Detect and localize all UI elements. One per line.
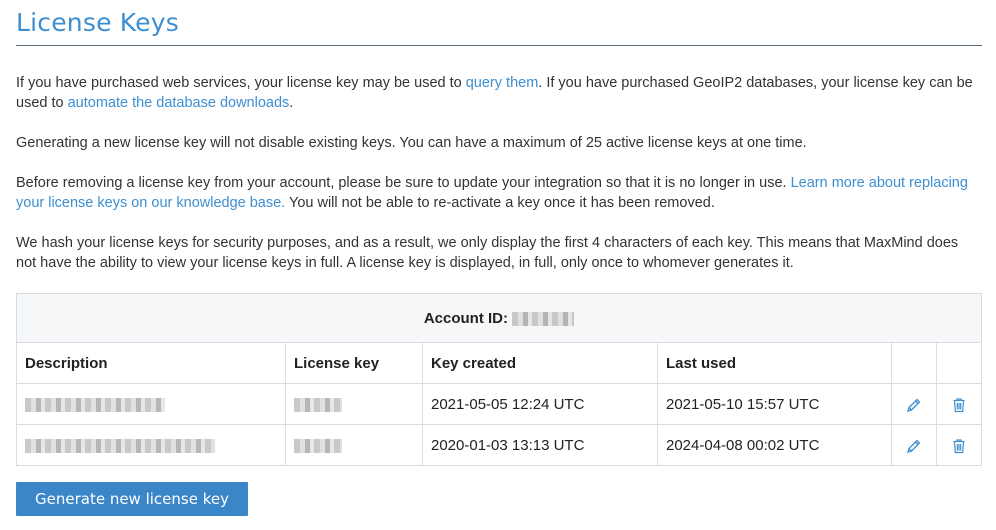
intro-paragraph-1: If you have purchased web services, your…: [16, 73, 982, 113]
account-id-label: Account ID:: [423, 309, 508, 327]
description-cell: [16, 383, 286, 425]
column-header-edit: [891, 342, 937, 384]
intro-paragraph-3: Before removing a license key from your …: [16, 173, 982, 213]
delete-cell: [936, 424, 982, 466]
description-redacted: [25, 397, 165, 412]
description-redacted: [25, 438, 215, 453]
intro-text: If you have purchased web services, your…: [16, 73, 982, 293]
last-used-cell: 2024-04-08 00:02 UTC: [657, 424, 892, 466]
trash-icon[interactable]: [951, 438, 967, 454]
intro-text-1c: .: [289, 95, 294, 111]
column-header-key-created: Key created: [422, 342, 658, 384]
title-divider: [16, 45, 982, 46]
column-header-license-key: License key: [285, 342, 423, 384]
key-created-cell: 2020-01-03 13:13 UTC: [422, 424, 658, 466]
intro-paragraph-4: We hash your license keys for security p…: [16, 235, 959, 271]
intro-text-1a: If you have purchased web services, your…: [16, 75, 466, 91]
account-row: Account ID:: [16, 293, 982, 343]
intro-paragraph-2: Generating a new license key will not di…: [16, 135, 807, 151]
pencil-icon[interactable]: [906, 397, 922, 413]
generate-license-key-button[interactable]: Generate new license key: [16, 482, 248, 516]
description-cell: [16, 424, 286, 466]
account-id-redacted: [512, 311, 575, 326]
license-key-cell: [285, 424, 423, 466]
edit-cell: [891, 424, 937, 466]
table-header-row: Description License key Key created Last…: [16, 342, 982, 384]
table-row: 2021-05-05 12:24 UTC 2021-05-10 15:57 UT…: [16, 383, 982, 425]
pencil-icon[interactable]: [906, 438, 922, 454]
column-header-delete: [936, 342, 982, 384]
trash-icon[interactable]: [951, 397, 967, 413]
automate-downloads-link[interactable]: automate the database downloads: [68, 95, 290, 111]
license-key-cell: [285, 383, 423, 425]
account-id-cell: Account ID:: [16, 293, 982, 343]
license-keys-table: Account ID: Description License key Key …: [16, 293, 982, 466]
license-key-redacted: [294, 438, 342, 453]
license-key-redacted: [294, 397, 342, 412]
intro-text-3a: Before removing a license key from your …: [16, 175, 791, 191]
query-them-link[interactable]: query them: [466, 75, 539, 91]
page-title: License Keys: [16, 8, 179, 37]
column-header-last-used: Last used: [657, 342, 892, 384]
table-row: 2020-01-03 13:13 UTC 2024-04-08 00:02 UT…: [16, 424, 982, 466]
key-created-cell: 2021-05-05 12:24 UTC: [422, 383, 658, 425]
last-used-cell: 2021-05-10 15:57 UTC: [657, 383, 892, 425]
delete-cell: [936, 383, 982, 425]
edit-cell: [891, 383, 937, 425]
column-header-description: Description: [16, 342, 286, 384]
intro-text-3b: You will not be able to re-activate a ke…: [285, 195, 715, 211]
